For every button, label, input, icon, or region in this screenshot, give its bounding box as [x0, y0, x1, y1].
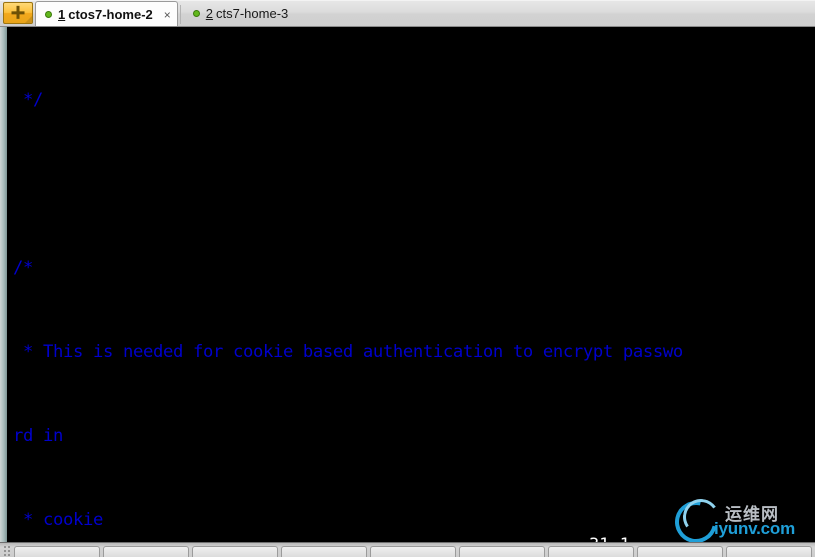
tab-title-label: ctos7-home-2	[68, 7, 153, 22]
taskbar-button[interactable]	[192, 546, 278, 557]
editor-text-area[interactable]: */ /* * This is needed for cookie based …	[13, 27, 815, 530]
comment-token: * cookie	[13, 510, 103, 530]
taskbar-button[interactable]	[281, 546, 367, 557]
code-line: * This is needed for cookie based authen…	[13, 342, 815, 363]
corner-fold-decoration	[25, 16, 32, 23]
tab-index-label: 2	[205, 5, 214, 21]
cursor-position-indicator: 31,1	[589, 535, 630, 542]
plus-icon-cross	[11, 11, 25, 15]
taskbar-button[interactable]	[726, 546, 812, 557]
taskbar-button[interactable]	[548, 546, 634, 557]
taskbar-button[interactable]	[14, 546, 100, 557]
scrollbar-thumb[interactable]	[0, 27, 7, 542]
taskbar-button[interactable]	[637, 546, 723, 557]
comment-token: * This is needed for cookie based authen…	[13, 342, 683, 362]
tab-ctos7-home-2[interactable]: 1 ctos7-home-2 ×	[35, 1, 178, 26]
terminal-window: 1 ctos7-home-2 × 2 cts7-home-3 */ /* * T…	[0, 0, 815, 557]
code-line: */	[13, 90, 815, 111]
code-line-wrap: rd in	[13, 426, 815, 447]
taskbar-button[interactable]	[459, 546, 545, 557]
vertical-scrollbar[interactable]	[0, 27, 13, 542]
comment-token: */	[13, 90, 43, 110]
taskbar-button[interactable]	[103, 546, 189, 557]
os-taskbar[interactable]	[0, 542, 815, 557]
green-dot-icon	[45, 11, 52, 18]
comment-token: rd in	[13, 426, 63, 446]
new-tab-button[interactable]	[3, 2, 33, 24]
tab-cts7-home-3[interactable]: 2 cts7-home-3	[183, 1, 295, 25]
drag-grip-icon[interactable]	[3, 545, 11, 556]
tab-separator	[179, 5, 181, 24]
green-dot-icon	[192, 9, 200, 17]
tab-bar: 1 ctos7-home-2 × 2 cts7-home-3	[0, 0, 815, 27]
code-line: /*	[13, 258, 815, 279]
code-line: * cookie	[13, 510, 815, 531]
close-icon[interactable]: ×	[164, 8, 171, 22]
tab-index-label: 1	[58, 7, 66, 22]
tab-title-label: cts7-home-3	[216, 5, 289, 21]
taskbar-button[interactable]	[370, 546, 456, 557]
terminal-screen[interactable]: */ /* * This is needed for cookie based …	[0, 27, 815, 542]
comment-token: /*	[13, 258, 33, 278]
